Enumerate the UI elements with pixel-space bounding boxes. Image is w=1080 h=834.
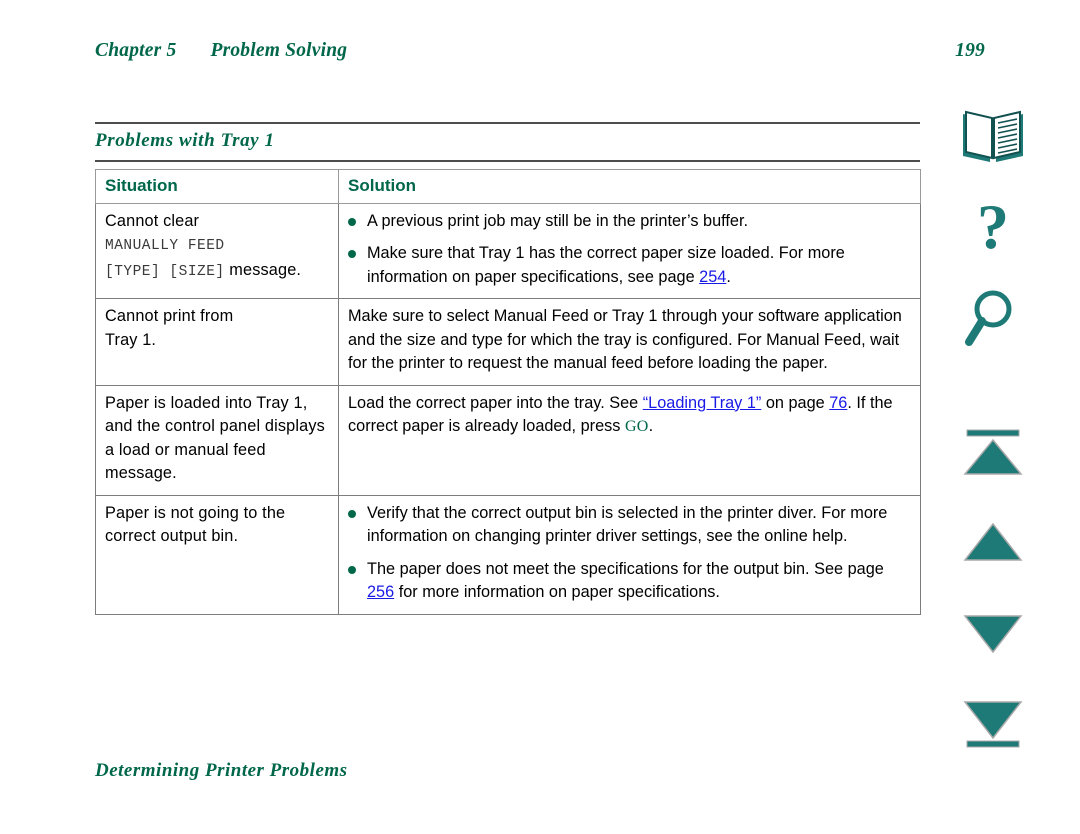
search-magnifier-icon[interactable] — [955, 288, 1031, 350]
control-panel-message-line1: MANUALLY FEED — [105, 238, 225, 254]
solution-text: Make sure to select Manual Feed or Tray … — [348, 307, 902, 372]
cross-reference-link[interactable]: “Loading Tray 1” — [643, 394, 762, 412]
bullet-dot-icon — [348, 217, 356, 226]
bullet-text: A previous print job may still be in the… — [367, 211, 749, 230]
column-header-situation: Situation — [95, 169, 339, 204]
bullet-dot-icon — [348, 565, 356, 574]
svg-text:?: ? — [977, 196, 1009, 262]
solution-bullet-list: A previous print job may still be in the… — [348, 210, 911, 290]
bullet-text: The paper does not meet the specificatio… — [367, 559, 884, 578]
control-panel-key-label: GO — [624, 418, 649, 435]
table-row: Cannot print from Tray 1. Make sure to s… — [95, 298, 921, 386]
bullet-text: Make sure that Tray 1 has the correct pa… — [367, 244, 845, 286]
list-item: A previous print job may still be in the… — [348, 210, 911, 234]
situation-text: Paper is not going to the correct output… — [105, 503, 286, 546]
solution-text-end: . — [648, 417, 654, 435]
running-header: Chapter 5 Problem Solving 199 — [95, 40, 985, 70]
table-row: Paper is not going to the correct output… — [95, 494, 921, 615]
solution-text: Load the correct paper into the tray. Se… — [348, 393, 643, 412]
list-item: The paper does not meet the specificatio… — [348, 558, 911, 605]
solution-text-mid: on page — [761, 393, 830, 412]
solution-cell: Make sure to select Manual Feed or Tray … — [338, 298, 921, 386]
bullet-text: Verify that the correct output bin is se… — [367, 503, 888, 546]
page-reference-link[interactable]: 254 — [699, 268, 726, 286]
navigation-rail: ? — [955, 0, 1035, 834]
section-rule-top — [95, 122, 920, 124]
help-question-icon[interactable]: ? — [955, 196, 1031, 266]
bullet-text-tail: for more information on paper specificat… — [394, 583, 720, 601]
situation-text-line: Cannot clear — [105, 211, 200, 230]
contents-book-icon[interactable] — [955, 108, 1031, 170]
situation-cell: Cannot clear MANUALLY FEED [TYPE] [SIZE]… — [95, 202, 339, 299]
last-page-icon[interactable] — [955, 698, 1031, 750]
situation-text: Paper is loaded into Tray 1, and the con… — [105, 393, 325, 483]
table-row: Paper is loaded into Tray 1, and the con… — [95, 384, 921, 496]
running-footer: Determining Printer Problems — [95, 760, 348, 781]
situation-text-tail: message. — [224, 260, 302, 279]
previous-page-icon[interactable] — [955, 520, 1031, 566]
table-header-row: Situation Solution — [95, 169, 921, 204]
solution-cell: Load the correct paper into the tray. Se… — [338, 384, 921, 496]
table-row: Cannot clear MANUALLY FEED [TYPE] [SIZE]… — [95, 202, 921, 299]
first-page-icon[interactable] — [955, 428, 1031, 480]
solution-cell: A previous print job may still be in the… — [338, 202, 921, 299]
column-header-solution: Solution — [338, 169, 921, 204]
situation-cell: Paper is not going to the correct output… — [95, 494, 339, 615]
situation-text-line: Tray 1. — [105, 330, 157, 349]
bullet-text-tail: . — [726, 267, 731, 286]
control-panel-message-line2: [TYPE] [SIZE] — [105, 263, 225, 280]
bullet-dot-icon — [348, 250, 356, 258]
bullet-dot-icon — [348, 509, 356, 518]
situation-cell: Cannot print from Tray 1. — [95, 298, 339, 386]
header-chapter-title: Problem Solving — [210, 40, 348, 61]
next-page-icon[interactable] — [955, 610, 1031, 656]
page-reference-link[interactable]: 76 — [829, 394, 847, 412]
situation-cell: Paper is loaded into Tray 1, and the con… — [95, 384, 339, 496]
section-heading: Problems with Tray 1 — [95, 130, 275, 151]
page-reference-link[interactable]: 256 — [367, 583, 394, 601]
section-rule-bottom — [95, 160, 920, 162]
list-item: Make sure that Tray 1 has the correct pa… — [348, 242, 911, 289]
header-chapter-label: Chapter 5 — [95, 40, 177, 61]
list-item: Verify that the correct output bin is se… — [348, 502, 911, 549]
document-page: Chapter 5 Problem Solving 199 Problems wi… — [0, 0, 1080, 834]
solution-bullet-list: Verify that the correct output bin is se… — [348, 502, 911, 605]
solution-cell: Verify that the correct output bin is se… — [338, 494, 921, 615]
problems-table: Situation Solution Cannot clear MANUALLY… — [95, 169, 921, 615]
situation-text-line: Cannot print from — [105, 307, 234, 325]
